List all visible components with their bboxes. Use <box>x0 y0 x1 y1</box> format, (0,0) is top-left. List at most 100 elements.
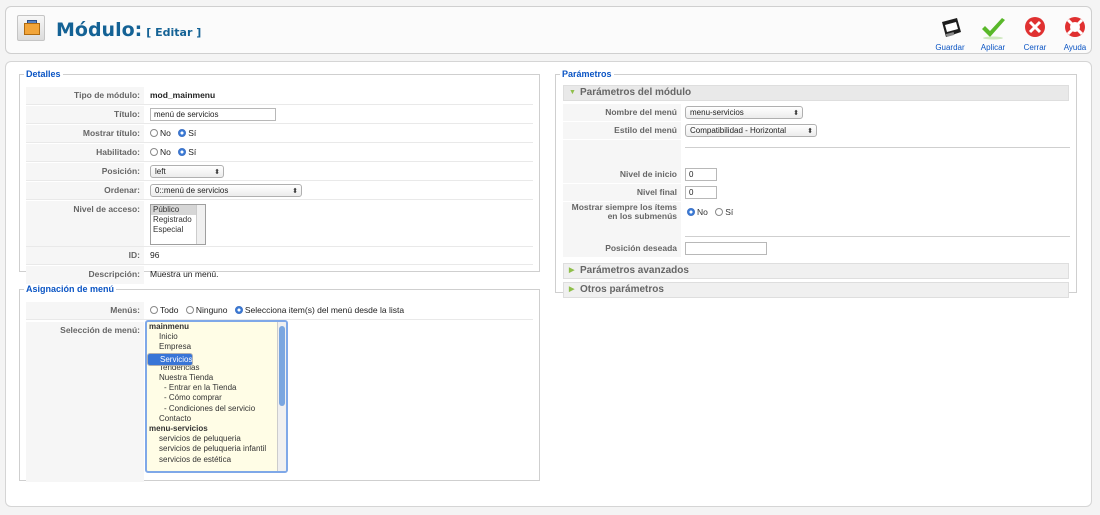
enabled-label: Habilitado: <box>26 144 144 161</box>
desired-position-label: Posición deseada <box>563 240 681 257</box>
accordion-other-params[interactable]: ▶ Otros parámetros <box>563 282 1069 298</box>
menu-selection-scrollbar[interactable] <box>277 322 286 471</box>
show-title-row: Mostrar título: No Sí <box>26 125 533 143</box>
menu-item[interactable]: servicios de peluqueria <box>147 434 286 444</box>
menu-group[interactable]: menu-servicios <box>147 424 286 434</box>
menu-item[interactable]: - Entrar en la Tienda <box>147 383 286 393</box>
title-label: Título: <box>26 106 144 123</box>
page-title: Módulo:[ Editar ] <box>56 19 201 41</box>
show-title-yes-radio[interactable] <box>178 129 187 137</box>
order-select-value: 0::menú de servicios <box>155 186 229 195</box>
separator-label-2 <box>563 224 681 240</box>
details-legend: Detalles <box>26 69 61 79</box>
access-label: Nivel de acceso: <box>26 201 144 246</box>
title-input[interactable]: menú de servicios <box>150 108 276 121</box>
page-subtitle: [ Editar ] <box>146 26 202 39</box>
show-title-no-radio[interactable] <box>150 129 158 137</box>
show-subitems-label: Mostrar siempre los ítems en los submenú… <box>563 202 681 224</box>
other-params-title: Otros parámetros <box>580 284 664 295</box>
menu-item[interactable]: servicios de peluqueria infantil <box>147 444 286 454</box>
assignment-legend: Asignación de menú <box>26 284 115 294</box>
accordion-module-params[interactable]: ▼ Parámetros del módulo <box>563 85 1069 101</box>
menus-label: Menús: <box>26 302 144 319</box>
show-subitems-yes-label: Sí <box>725 207 734 217</box>
module-params-title: Parámetros del módulo <box>580 87 692 98</box>
details-fieldset: Detalles Tipo de módulo: mod_mainmenu Tí… <box>19 69 540 284</box>
menu-item[interactable]: Empresa <box>147 342 286 352</box>
enabled-yes-radio[interactable] <box>178 148 187 156</box>
page-title-text: Módulo: <box>56 19 143 41</box>
enabled-no-radio[interactable] <box>150 148 158 156</box>
menu-name-row: Nombre del menú menu-servicios ⬍ <box>563 104 1069 121</box>
access-scrollbar[interactable] <box>196 205 205 244</box>
desired-position-input[interactable] <box>685 242 767 255</box>
collapsed-triangle-icon: ▶ <box>569 286 575 293</box>
menu-selection-label: Selección de menú: <box>26 322 144 482</box>
enabled-yes-label: Sí <box>188 147 197 157</box>
show-title-label: Mostrar título: <box>26 125 144 142</box>
start-level-label: Nivel de inicio <box>563 166 681 183</box>
end-level-label: Nivel final <box>563 184 681 201</box>
menus-all-label: Todo <box>160 305 179 315</box>
menu-style-value: Compatibilidad - Horizontal <box>690 126 787 135</box>
menu-item[interactable]: servicios de estética <box>147 455 286 465</box>
module-type-row: Tipo de módulo: mod_mainmenu <box>26 87 533 105</box>
select-arrows-icon: ⬍ <box>807 128 813 135</box>
menu-style-select[interactable]: Compatibilidad - Horizontal ⬍ <box>685 124 817 137</box>
menus-none-radio[interactable] <box>185 306 194 314</box>
position-row: Posición: left ⬍ <box>26 163 533 181</box>
menu-group[interactable]: mainmenu <box>147 322 286 332</box>
position-label: Posición: <box>26 163 144 180</box>
position-select[interactable]: left ⬍ <box>150 165 224 178</box>
menu-item[interactable]: - Cómo comprar <box>147 393 286 403</box>
menus-all-radio[interactable] <box>150 306 158 314</box>
show-subitems-label-line2: en los submenús <box>607 211 677 221</box>
menus-select-radio[interactable] <box>234 306 243 314</box>
apply-label: Aplicar <box>980 43 1006 52</box>
accordion-advanced-params[interactable]: ▶ Parámetros avanzados <box>563 263 1069 279</box>
separator-row <box>563 140 1070 166</box>
help-button[interactable]: Ayuda <box>1055 16 1095 52</box>
description-label: Descripción: <box>26 266 144 284</box>
expanded-triangle-icon: ▼ <box>569 89 576 96</box>
separator-line-2 <box>685 236 1070 237</box>
order-select[interactable]: 0::menú de servicios ⬍ <box>150 184 302 197</box>
separator-line <box>685 147 1070 148</box>
menu-name-select[interactable]: menu-servicios ⬍ <box>685 106 803 119</box>
access-listbox[interactable]: Público Registrado Especial <box>150 204 206 245</box>
close-label: Cerrar <box>1023 43 1047 52</box>
menu-item[interactable]: Contacto <box>147 414 286 424</box>
save-button[interactable]: Guardar <box>930 16 970 52</box>
select-arrows-icon: ⬍ <box>793 110 799 117</box>
enabled-row: Habilitado: No Sí <box>26 144 533 162</box>
menus-row: Menús: Todo Ninguno Selecciona item(s) d… <box>26 302 533 320</box>
start-level-input[interactable]: 0 <box>685 168 717 181</box>
title-row: Título: menú de servicios <box>26 106 533 124</box>
scrollbar-thumb[interactable] <box>279 326 285 406</box>
help-label: Ayuda <box>1063 43 1087 52</box>
menu-item[interactable]: Inicio <box>147 332 286 342</box>
save-icon <box>942 18 961 37</box>
show-subitems-no-radio[interactable] <box>687 208 695 216</box>
check-icon <box>982 18 1005 40</box>
menu-selection-listbox[interactable]: mainmenu Inicio Empresa Servicios Oferta… <box>145 320 288 473</box>
menu-item[interactable]: Nuestra Tienda <box>147 373 286 383</box>
menu-style-row: Estilo del menú Compatibilidad - Horizon… <box>563 122 1069 139</box>
menu-item[interactable]: - Condiciones del servicio <box>147 404 286 414</box>
menu-name-value: menu-servicios <box>690 108 744 117</box>
close-button[interactable]: Cerrar <box>1015 16 1055 52</box>
advanced-params-title: Parámetros avanzados <box>580 265 689 276</box>
menu-name-label: Nombre del menú <box>563 104 681 121</box>
module-icon <box>17 15 45 41</box>
apply-button[interactable]: Aplicar <box>973 16 1013 52</box>
order-label: Ordenar: <box>26 182 144 199</box>
id-label: ID: <box>26 247 144 264</box>
menu-item-selected[interactable]: Servicios <box>147 352 194 366</box>
show-subitems-yes-radio[interactable] <box>715 208 724 216</box>
show-title-no-label: No <box>160 128 171 138</box>
module-type-value: mod_mainmenu <box>150 90 216 100</box>
params-legend: Parámetros <box>562 69 612 79</box>
order-row: Ordenar: 0::menú de servicios ⬍ <box>26 182 533 200</box>
show-title-yes-label: Sí <box>188 128 197 138</box>
end-level-input[interactable]: 0 <box>685 186 717 199</box>
